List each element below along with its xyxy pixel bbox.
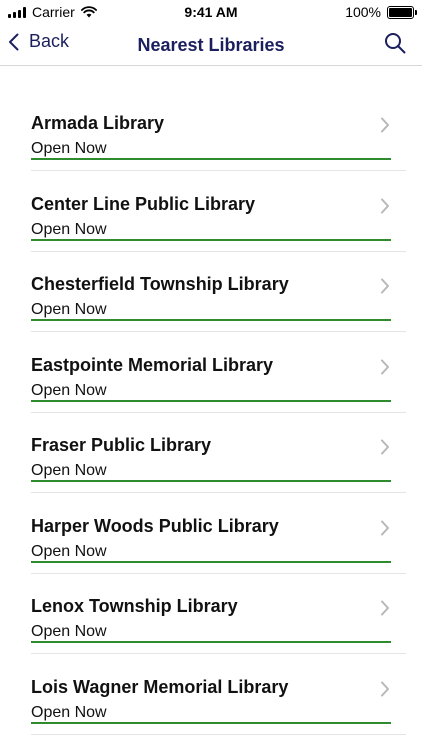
open-status-indicator [31,641,391,643]
row-divider [31,331,406,332]
library-status: Open Now [31,381,107,399]
open-status-indicator [31,158,391,160]
library-name: Chesterfield Township Library [31,274,289,294]
battery-percent: 100% [345,4,381,20]
navigation-bar: Back Nearest Libraries [0,24,422,66]
chevron-right-icon [381,600,389,616]
library-status: Open Now [31,462,107,479]
library-status: Open Now [31,220,107,238]
library-status: Open Now [31,623,107,640]
open-status-indicator [31,399,391,402]
library-status: Open Now [31,140,107,157]
status-bar: Carrier 9:41 AM 100% [0,0,422,24]
row-divider [31,653,406,654]
library-name: Armada Library [31,113,165,133]
chevron-right-icon [381,520,389,535]
library-row[interactable]: Fraser Public Library Open Now [0,422,422,503]
library-row[interactable]: Center Line Public Library Open Now [0,181,422,262]
row-divider [31,572,406,574]
library-name: Fraser Public Library [31,435,212,455]
library-name: Lenox Township Library [31,596,238,616]
library-status: Open Now [31,542,107,560]
battery-fill [389,7,412,17]
battery-icon [387,5,417,19]
row-divider [31,170,406,171]
row-divider [31,250,406,252]
library-row[interactable]: Lois Wagner Memorial Library Open Now [0,664,422,745]
library-status: Open Now [31,703,107,721]
search-button[interactable] [384,32,406,59]
chevron-right-icon [381,359,389,374]
page-title: Nearest Libraries [137,35,285,55]
library-name: Lois Wagner Memorial Library [31,676,289,697]
row-divider [31,733,406,735]
chevron-right-icon [381,117,389,133]
open-status-indicator [31,560,391,563]
open-status-indicator [31,319,391,321]
library-list: Armada Library Open Now Center Line Publ… [0,100,422,744]
library-row[interactable]: Harper Woods Public Library Open Now [0,503,422,584]
library-row[interactable]: Armada Library Open Now [0,100,422,181]
search-icon [385,33,406,54]
status-right: 100% [345,4,417,20]
library-name: Harper Woods Public Library [31,515,279,536]
library-row[interactable]: Lenox Township Library Open Now [0,583,422,664]
chevron-right-icon [381,681,389,696]
open-status-indicator [31,480,391,482]
library-row[interactable]: Chesterfield Township Library Open Now [0,261,422,342]
row-divider [31,411,406,413]
library-status: Open Now [31,301,107,318]
library-name: Eastpointe Memorial Library [31,354,274,375]
library-row[interactable]: Eastpointe Memorial Library Open Now [0,342,422,423]
row-divider [31,492,406,493]
open-status-indicator [31,238,391,241]
open-status-indicator [31,721,391,724]
library-name: Center Line Public Library [31,193,256,214]
chevron-right-icon [381,439,389,455]
chevron-right-icon [381,278,389,294]
chevron-right-icon [381,198,389,213]
